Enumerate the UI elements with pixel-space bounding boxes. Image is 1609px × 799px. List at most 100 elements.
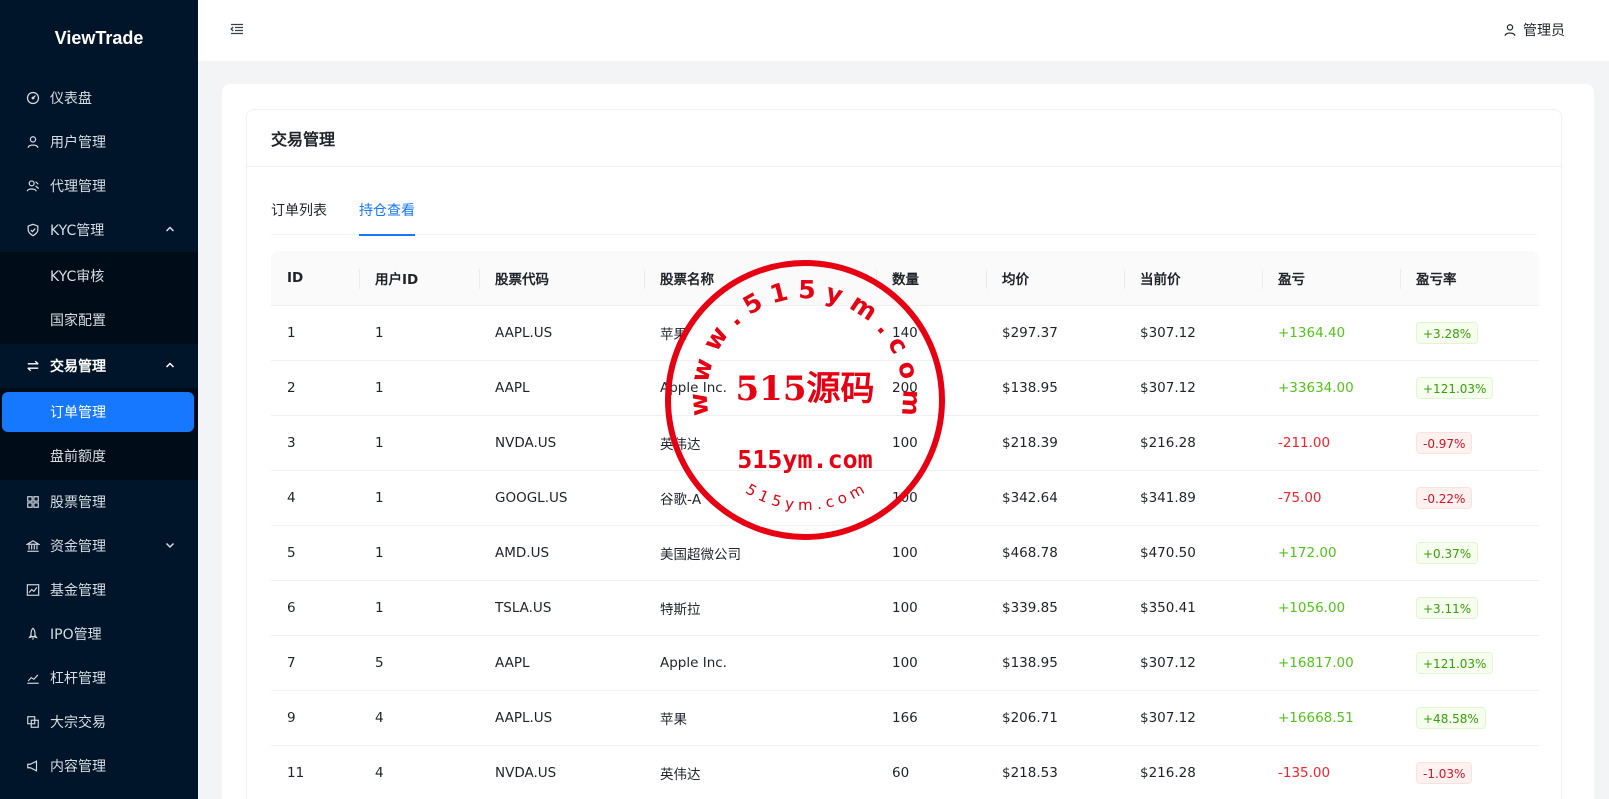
cell-user-id: 1 (375, 325, 384, 341)
cell-user-id: 1 (375, 545, 384, 561)
sidebar-item-ipo[interactable]: IPO管理 (0, 612, 198, 656)
cell-pnl-rate: -0.22% (1400, 471, 1539, 525)
sidebar-item-funds-management[interactable]: 资金管理 (0, 524, 198, 568)
chevron-up-icon (165, 226, 175, 232)
cell-pnl: +16668.51 (1278, 710, 1354, 726)
cell-current-price: $470.50 (1140, 545, 1196, 561)
sidebar-item-kyc[interactable]: KYC管理 (0, 208, 198, 252)
sidebar-item-leverage[interactable]: 杠杆管理 (0, 656, 198, 700)
cell-user-id: 1 (375, 490, 384, 506)
column-header: 盈亏 (1262, 251, 1400, 305)
pnl-rate-badge: -1.03% (1416, 762, 1473, 784)
table-row[interactable]: 3 1 NVDA.US 英伟达 100 $218.39 $216.28 -211.00 -0.9… (271, 416, 1539, 471)
cell-stock-name: Apple Inc. (660, 380, 727, 396)
tab-positions[interactable]: 持仓查看 (359, 192, 415, 236)
sidebar-item-fund[interactable]: 基金管理 (0, 568, 198, 612)
shield-icon (26, 223, 40, 237)
sidebar-item-dashboard[interactable]: 仪表盘 (0, 76, 198, 120)
sidebar-item-kyc-review[interactable]: KYC审核 (0, 254, 198, 298)
cell-id: 1 (287, 325, 296, 341)
agent-icon (26, 179, 40, 193)
sidebar-item-stocks[interactable]: 股票管理 (0, 480, 198, 524)
cell-current-price: $216.28 (1140, 765, 1196, 781)
app-logo[interactable]: ViewTrade (0, 0, 198, 76)
cell-stock-name: 谷歌-A (660, 492, 702, 508)
table-row[interactable]: 7 5 AAPL Apple Inc. 100 $138.95 $307.12 +16817.… (271, 636, 1539, 691)
cell-pnl: +1364.40 (1278, 325, 1346, 341)
cell-stock-code: NVDA.US (495, 765, 557, 781)
sidebar-menu: 仪表盘 用户管理 代理管理 KYC管理 (0, 76, 198, 252)
cell-stock-name: 英伟达 (660, 767, 701, 783)
cell-stock-code: AAPL.US (495, 710, 553, 726)
table-row[interactable]: 6 1 TSLA.US 特斯拉 100 $339.85 $350.41 +1056.00 +3.… (271, 581, 1539, 636)
cell-id: 5 (287, 545, 296, 561)
positions-table: ID 用户ID 股票代码 股票名称 数量 均价 当前价 盈亏 盈亏率 1 1 AAPL.US 苹果 14… (271, 251, 1539, 799)
sidebar-item-block-trade[interactable]: 大宗交易 (0, 700, 198, 744)
sidebar-item-label: 代理管理 (50, 179, 106, 195)
cell-id: 3 (287, 435, 296, 451)
column-header: 用户ID (359, 251, 479, 305)
cell-current-price: $307.12 (1140, 380, 1196, 396)
sidebar-item-label: 股票管理 (50, 495, 106, 511)
sidebar-item-label: 大宗交易 (50, 715, 106, 731)
sidebar-item-label: 内容管理 (50, 759, 106, 775)
cell-id: 2 (287, 380, 296, 396)
sidebar-item-label: 用户管理 (50, 135, 106, 151)
line-chart-icon (26, 671, 40, 685)
cell-quantity: 200 (892, 380, 918, 396)
sidebar-item-users[interactable]: 用户管理 (0, 120, 198, 164)
sidebar-item-label: IPO管理 (50, 627, 102, 643)
cell-pnl-rate: +48.58% (1400, 691, 1539, 745)
sidebar-item-trade[interactable]: 交易管理 (0, 344, 198, 388)
cell-current-price: $307.12 (1140, 325, 1196, 341)
chevron-up-icon (165, 362, 175, 368)
table-row[interactable]: 5 1 AMD.US 美国超微公司 100 $468.78 $470.50 +172.00 +0… (271, 526, 1539, 581)
cell-user-id: 5 (375, 655, 384, 671)
sidebar-item-order-management[interactable]: 订单管理 (2, 392, 194, 432)
cell-stock-name: 特斯拉 (660, 602, 701, 618)
cell-current-price: $307.12 (1140, 710, 1196, 726)
trade-submenu: 订单管理 盘前额度 (0, 388, 198, 480)
user-menu[interactable]: 管理员 (1503, 20, 1565, 40)
cell-stock-code: AMD.US (495, 545, 550, 561)
cell-id: 9 (287, 710, 296, 726)
fund-chart-icon (26, 583, 40, 597)
cell-current-price: $307.12 (1140, 655, 1196, 671)
sidebar-item-label: 资金管理 (50, 539, 106, 555)
cell-current-price: $341.89 (1140, 490, 1196, 506)
cell-pnl-rate: +3.11% (1400, 581, 1539, 635)
table-row[interactable]: 4 1 GOOGL.US 谷歌-A 100 $342.64 $341.89 -75.00 -0.… (271, 471, 1539, 526)
cell-quantity: 100 (892, 490, 918, 506)
pnl-rate-badge: +3.28% (1416, 322, 1479, 344)
sidebar-item-premarket-quota[interactable]: 盘前额度 (0, 434, 198, 478)
cell-current-price: $350.41 (1140, 600, 1196, 616)
column-header: 数量 (876, 251, 986, 305)
table-row[interactable]: 1 1 AAPL.US 苹果 140 $297.37 $307.12 +1364.40 +3.2… (271, 306, 1539, 361)
cell-user-id: 4 (375, 710, 384, 726)
pnl-rate-badge: +0.37% (1416, 542, 1479, 564)
sidebar-item-label: KYC管理 (50, 223, 105, 239)
cell-pnl-rate: -0.97% (1400, 416, 1539, 470)
cell-quantity: 166 (892, 710, 918, 726)
table-row[interactable]: 2 1 AAPL Apple Inc. 200 $138.95 $307.12 +33634.… (271, 361, 1539, 416)
pnl-rate-badge: -0.97% (1416, 432, 1473, 454)
page-title: 交易管理 (247, 110, 1561, 167)
tab-order-list[interactable]: 订单列表 (271, 192, 327, 235)
cell-pnl-rate: +3.28% (1400, 306, 1539, 360)
sidebar-item-country-config[interactable]: 国家配置 (0, 298, 198, 342)
cell-id: 6 (287, 600, 296, 616)
user-icon (1504, 24, 1516, 36)
trade-card: 交易管理 订单列表 持仓查看 ID 用户ID 股票代码 股票名称 数量 均价 当前价 盈亏 盈亏… (246, 109, 1562, 799)
sidebar-item-content[interactable]: 内容管理 (0, 744, 198, 788)
table-row[interactable]: 11 4 NVDA.US 英伟达 60 $218.53 $216.28 -135.00 -1.0… (271, 746, 1539, 799)
cell-avg-price: $468.78 (1002, 545, 1058, 561)
sidebar-item-agents[interactable]: 代理管理 (0, 164, 198, 208)
column-header: 股票代码 (479, 251, 644, 305)
cell-avg-price: $297.37 (1002, 325, 1058, 341)
table-row[interactable]: 9 4 AAPL.US 苹果 166 $206.71 $307.12 +16668.51 +48… (271, 691, 1539, 746)
cell-pnl-rate: +121.03% (1400, 636, 1539, 690)
cell-quantity: 60 (892, 765, 910, 781)
sidebar-item-label: 杠杆管理 (50, 671, 106, 687)
user-name: 管理员 (1523, 23, 1565, 39)
menu-fold-icon[interactable] (230, 22, 244, 36)
